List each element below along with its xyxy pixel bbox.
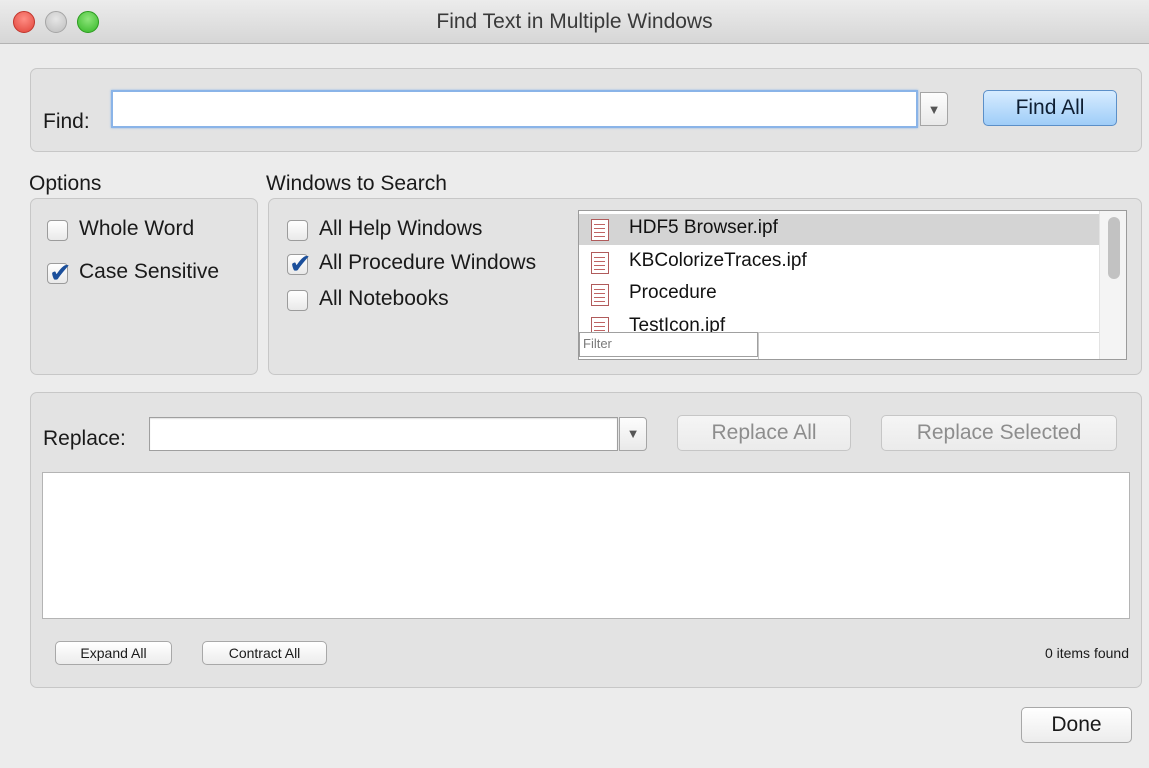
find-history-dropdown[interactable]: ▼ bbox=[920, 92, 948, 126]
case-sensitive-label: Case Sensitive bbox=[79, 260, 220, 283]
all-notebooks-label: All Notebooks bbox=[319, 287, 449, 310]
case-sensitive-checkbox[interactable]: ✔ bbox=[47, 258, 72, 288]
procedure-file-icon bbox=[591, 317, 609, 332]
whole-word-label: Whole Word bbox=[79, 217, 195, 240]
all-notebooks-checkbox[interactable] bbox=[287, 290, 308, 311]
procedure-file-icon bbox=[591, 252, 609, 274]
contract-all-button[interactable]: Contract All bbox=[202, 641, 327, 665]
checkmark-icon: ✔ bbox=[49, 258, 72, 288]
list-item-label: TestIcon.ipf bbox=[629, 315, 726, 332]
list-item-label: KBColorizeTraces.ipf bbox=[629, 250, 807, 271]
windows-to-search-group: All Help Windows ✔ All Procedure Windows… bbox=[268, 198, 1142, 375]
chevron-down-icon: ▼ bbox=[626, 426, 640, 441]
checkmark-icon: ✔ bbox=[289, 249, 312, 279]
replace-label: Replace: bbox=[43, 427, 126, 450]
list-item-label: Procedure bbox=[629, 282, 717, 303]
list-footer-bar bbox=[758, 332, 1099, 359]
scrollbar-thumb[interactable] bbox=[1108, 217, 1120, 279]
whole-word-checkbox[interactable] bbox=[47, 220, 68, 241]
whole-word-option[interactable]: Whole Word bbox=[47, 217, 247, 245]
chevron-down-icon: ▼ bbox=[927, 102, 941, 117]
list-item[interactable]: Procedure bbox=[579, 279, 1099, 310]
title-bar: Find Text in Multiple Windows bbox=[0, 0, 1149, 44]
replace-input[interactable] bbox=[149, 417, 618, 451]
windows-to-search-heading: Windows to Search bbox=[266, 172, 447, 195]
all-procedure-windows-label: All Procedure Windows bbox=[319, 251, 537, 274]
all-procedure-windows-checkbox[interactable]: ✔ bbox=[287, 249, 312, 279]
all-help-windows-label: All Help Windows bbox=[319, 217, 483, 240]
find-label: Find: bbox=[43, 110, 90, 133]
replace-group: Replace: ▼ Replace All Replace Selected … bbox=[30, 392, 1142, 688]
find-dialog-window: Find Text in Multiple Windows Find: ▼ Fi… bbox=[0, 0, 1149, 768]
expand-all-button[interactable]: Expand All bbox=[55, 641, 172, 665]
filter-placeholder: Filter bbox=[583, 336, 612, 351]
list-item-label: HDF5 Browser.ipf bbox=[629, 217, 778, 238]
options-group: Whole Word ✔ Case Sensitive bbox=[30, 198, 258, 375]
filter-input[interactable]: Filter bbox=[579, 332, 758, 357]
window-title: Find Text in Multiple Windows bbox=[436, 10, 713, 33]
window-list-scrollbar[interactable] bbox=[1099, 211, 1126, 359]
items-found-status: 0 items found bbox=[1044, 645, 1129, 661]
replace-all-button[interactable]: Replace All bbox=[677, 415, 851, 451]
case-sensitive-option[interactable]: ✔ Case Sensitive bbox=[47, 258, 247, 288]
options-heading: Options bbox=[29, 172, 102, 195]
replace-selected-button[interactable]: Replace Selected bbox=[881, 415, 1117, 451]
all-help-windows-option[interactable]: All Help Windows bbox=[287, 217, 567, 245]
procedure-file-icon bbox=[591, 284, 609, 306]
list-item[interactable]: KBColorizeTraces.ipf bbox=[579, 247, 1099, 278]
find-input[interactable] bbox=[111, 90, 918, 128]
done-button[interactable]: Done bbox=[1021, 707, 1132, 743]
results-list[interactable] bbox=[42, 472, 1130, 619]
procedure-file-icon bbox=[591, 219, 609, 241]
find-all-button[interactable]: Find All bbox=[983, 90, 1117, 126]
all-procedure-windows-option[interactable]: ✔ All Procedure Windows bbox=[287, 249, 572, 279]
find-group: Find: ▼ Find All bbox=[30, 68, 1142, 152]
replace-history-dropdown[interactable]: ▼ bbox=[619, 417, 647, 451]
window-list[interactable]: HDF5 Browser.ipf KBColorizeTraces.ipf Pr… bbox=[578, 210, 1127, 360]
list-item[interactable]: HDF5 Browser.ipf bbox=[579, 214, 1099, 245]
window-list-viewport: HDF5 Browser.ipf KBColorizeTraces.ipf Pr… bbox=[579, 211, 1099, 332]
list-item[interactable]: TestIcon.ipf bbox=[579, 312, 1099, 332]
all-notebooks-option[interactable]: All Notebooks bbox=[287, 287, 567, 315]
all-help-windows-checkbox[interactable] bbox=[287, 220, 308, 241]
